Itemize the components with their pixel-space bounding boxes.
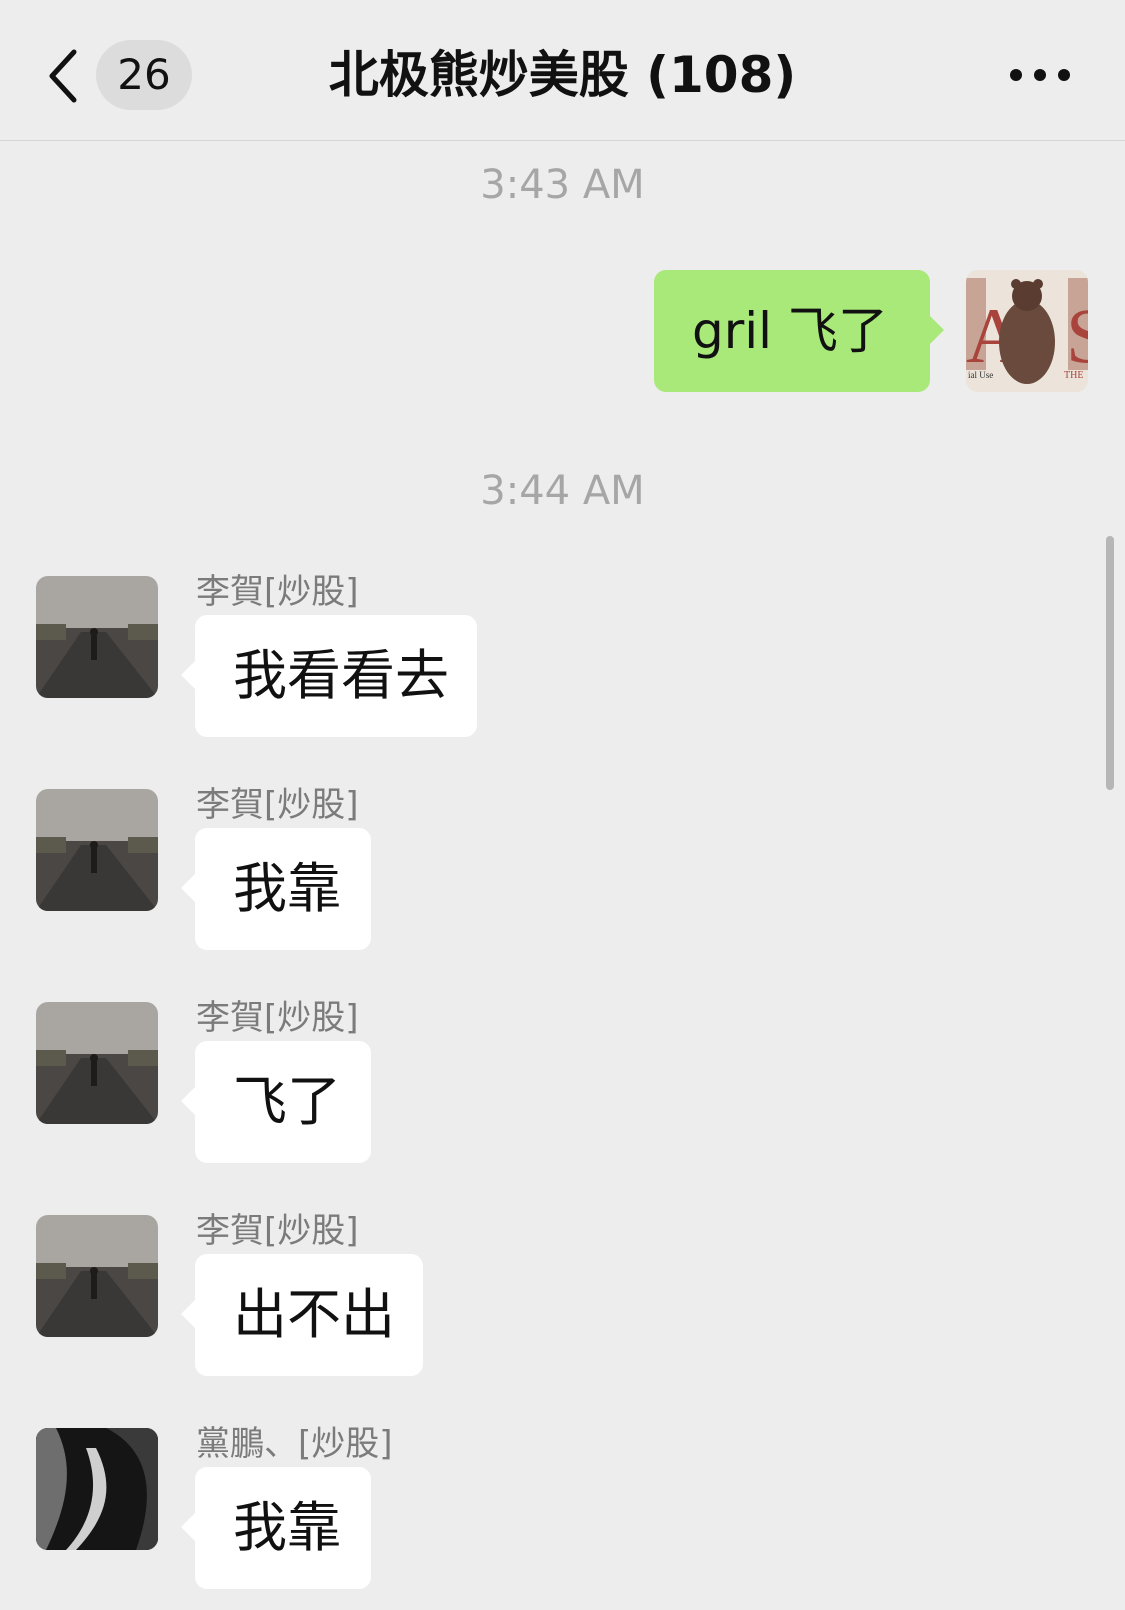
road-avatar-image xyxy=(36,1215,158,1337)
message-bubble[interactable]: 我看看去 xyxy=(181,615,477,737)
more-options-icon xyxy=(1010,69,1022,81)
back-button[interactable] xyxy=(44,48,84,104)
message-text: 飞了 xyxy=(233,1070,341,1133)
avatar-li-he[interactable] xyxy=(36,1215,158,1337)
sender-name: 李賀[炒股] xyxy=(196,572,359,612)
timestamp: 3:44 AM xyxy=(480,468,645,514)
svg-text:THE: THE xyxy=(1064,370,1083,381)
svg-text:S: S xyxy=(1066,292,1088,379)
message-bubble[interactable]: 飞了 xyxy=(181,1041,371,1163)
message-text: gril 飞了 xyxy=(692,302,888,360)
more-options-button[interactable] xyxy=(1010,66,1070,84)
xray-avatar-image xyxy=(36,1428,158,1550)
message-bubble[interactable]: 我靠 xyxy=(181,828,371,950)
road-avatar-image xyxy=(36,1002,158,1124)
message-bubble[interactable]: 我靠 xyxy=(181,1467,371,1589)
message-text: 出不出 xyxy=(233,1283,395,1346)
sender-name: 李賀[炒股] xyxy=(196,785,359,825)
timestamp: 3:43 AM xyxy=(480,162,645,208)
chat-title: 北极熊炒美股 (108) xyxy=(328,46,797,104)
message-text: 我靠 xyxy=(233,857,341,920)
avatar-dang-peng[interactable] xyxy=(36,1428,158,1550)
unread-count-badge[interactable]: 26 xyxy=(96,40,192,110)
avatar-li-he[interactable] xyxy=(36,576,158,698)
message-bubble[interactable]: 出不出 xyxy=(181,1254,423,1376)
avatar-li-he[interactable] xyxy=(36,1002,158,1124)
sender-name: 李賀[炒股] xyxy=(196,1211,359,1251)
sender-name: 李賀[炒股] xyxy=(196,998,359,1038)
message-text: 我靠 xyxy=(233,1496,341,1559)
message-bubble-self[interactable]: gril 飞了 xyxy=(654,270,944,392)
road-avatar-image xyxy=(36,789,158,911)
avatar-li-he[interactable] xyxy=(36,789,158,911)
sender-name: 黨鵬、[炒股] xyxy=(196,1424,393,1464)
message-text: 我看看去 xyxy=(233,644,449,707)
back-chevron-icon xyxy=(49,49,77,103)
scrollbar[interactable] xyxy=(1106,536,1114,790)
bear-avatar-image: A S ial Use THE xyxy=(966,270,1088,392)
road-avatar-image xyxy=(36,576,158,698)
self-avatar[interactable]: A S ial Use THE xyxy=(966,270,1088,392)
svg-text:ial Use: ial Use xyxy=(968,370,993,380)
nav-bar: 26 北极熊炒美股 (108) xyxy=(0,0,1125,141)
